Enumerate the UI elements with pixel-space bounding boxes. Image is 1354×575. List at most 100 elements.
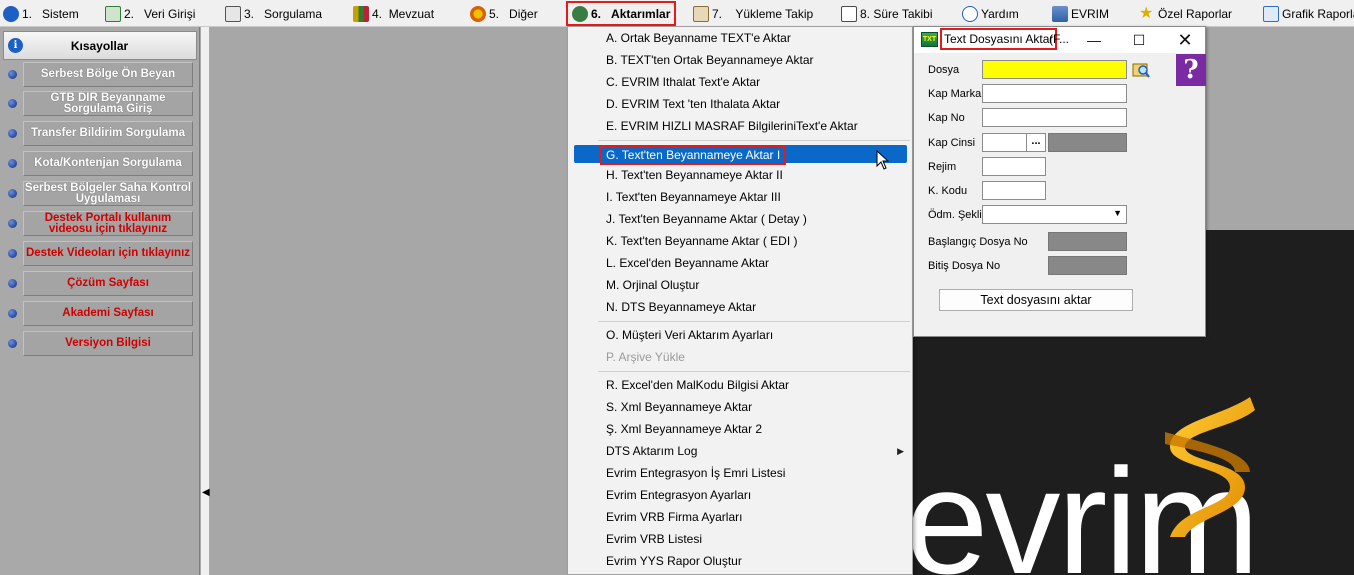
evrim-logo-swirl-icon — [1165, 397, 1255, 537]
shortcut-item[interactable]: Transfer Bildirim Sorgulama — [3, 120, 197, 147]
star-icon: ★ — [1139, 4, 1154, 22]
shortcut-button[interactable]: Destek Videoları için tıklayınız — [23, 241, 193, 266]
bullet-icon — [8, 219, 17, 228]
maximize-icon[interactable]: ☐ — [1128, 29, 1150, 51]
shortcut-item[interactable]: Serbest Bölge Ön Beyan — [3, 61, 197, 88]
dropdown-item[interactable]: M. Orjinal Oluştur — [568, 274, 912, 296]
shortcut-item[interactable]: Kota/Kontenjan Sorgulama — [3, 150, 197, 177]
dosya-label: Dosya — [928, 64, 960, 76]
shortcut-button[interactable]: GTB DIR Beyanname Sorgulama Giriş — [23, 91, 193, 116]
dropdown-item[interactable]: J. Text'ten Beyanname Aktar ( Detay ) — [568, 208, 912, 230]
mouse-pointer-icon — [876, 150, 890, 170]
kap-no-input[interactable] — [982, 108, 1127, 127]
dropdown-item[interactable]: N. DTS Beyannameye Aktar — [568, 296, 912, 318]
menu-ozel-raporlar[interactable]: ★ Özel Raporlar — [1139, 2, 1232, 25]
menu-yukleme-takip[interactable]: 7. Yükleme Takip — [693, 2, 813, 25]
shortcut-button[interactable]: Serbest Bölge Ön Beyan — [23, 62, 193, 87]
dropdown-item[interactable]: O. Müşteri Veri Aktarım Ayarları — [568, 324, 912, 346]
menu-label: Mevzuat — [388, 6, 435, 21]
menu-grafik-raporlar[interactable]: Grafik Raporlar — [1263, 2, 1354, 25]
shortcut-title: Kısayollar — [70, 38, 129, 53]
search-icon — [225, 5, 241, 22]
kap-cinsi-lookup-button[interactable]: ... — [1026, 133, 1046, 152]
shortcut-panel: i Kısayollar Serbest Bölge Ön Beyan GTB … — [0, 27, 200, 575]
menu-label: Yardım — [981, 6, 1019, 21]
calendar-icon — [841, 5, 857, 22]
dropdown-item[interactable]: Evrim Entegrasyon Ayarları — [568, 484, 912, 506]
shortcut-item[interactable]: Çözüm Sayfası — [3, 270, 197, 297]
menu-label: Süre Takibi — [873, 6, 933, 21]
menu-diger[interactable]: 5. Diğer — [470, 2, 538, 25]
dropdown-item[interactable]: S. Xml Beyannameye Aktar — [568, 396, 912, 418]
baslangic-dosya-no-label: Başlangıç Dosya No — [928, 236, 1028, 248]
dropdown-item-selected[interactable]: G. Text'ten Beyannameye Aktar I — [574, 145, 907, 165]
dosya-input[interactable] — [982, 60, 1127, 79]
close-icon[interactable]: ✕ — [1174, 29, 1196, 51]
shortcut-button[interactable]: Serbest Bölgeler Saha Kontrol Uygulaması — [23, 181, 193, 206]
browse-file-icon[interactable] — [1132, 61, 1150, 78]
k-kodu-input[interactable] — [982, 181, 1046, 200]
shortcut-button[interactable]: Akademi Sayfası — [23, 301, 193, 326]
shortcut-button[interactable]: Transfer Bildirim Sorgulama — [23, 121, 193, 146]
text-dosyasini-aktar-button[interactable]: Text dosyasını aktar — [939, 289, 1133, 311]
menu-sure-takibi[interactable]: 8. Süre Takibi — [841, 2, 933, 25]
collapse-arrow-icon[interactable]: ◀ — [202, 487, 210, 498]
shortcut-item[interactable]: Versiyon Bilgisi — [3, 330, 197, 357]
rejim-input[interactable] — [982, 157, 1046, 176]
shortcut-button[interactable]: Çözüm Sayfası — [23, 271, 193, 296]
kap-marka-label: Kap Marka — [928, 88, 982, 100]
dropdown-item[interactable]: C. EVRIM Ithalat Text'e Aktar — [568, 71, 912, 93]
dropdown-item[interactable]: B. TEXT'ten Ortak Beyannameye Aktar — [568, 49, 912, 71]
shortcut-button[interactable]: Destek Portalı kullanım videosu için tık… — [23, 211, 193, 236]
kap-marka-input[interactable] — [982, 84, 1127, 103]
bitis-dosya-no-label: Bitiş Dosya No — [928, 260, 1001, 272]
shortcut-item[interactable]: Destek Portalı kullanım videosu için tık… — [3, 210, 197, 237]
menu-sistem[interactable]: 1. Sistem — [3, 2, 79, 25]
dropdown-item[interactable]: Evrim YYS Rapor Oluştur — [568, 550, 912, 572]
menu-sorgulama[interactable]: 3. Sorgulama — [225, 2, 322, 25]
menu-yardim[interactable]: Yardım — [962, 2, 1019, 25]
dropdown-item-submenu[interactable]: DTS Aktarım Log ▶ — [568, 440, 912, 462]
dropdown-item[interactable]: R. Excel'den MalKodu Bilgisi Aktar — [568, 374, 912, 396]
menu-aktarimlar[interactable]: 6. Aktarımlar — [566, 1, 677, 26]
aktarimlar-dropdown: A. Ortak Beyanname TEXT'e Aktar B. TEXT'… — [567, 26, 913, 575]
window-title-bar[interactable]: TXT Text Dosyasını Aktar (F... — ☐ ✕ — [914, 27, 1205, 53]
dropdown-item[interactable]: L. Excel'den Beyanname Aktar — [568, 252, 912, 274]
menu-separator — [598, 321, 910, 322]
menu-veri-girisi[interactable]: 2. Veri Girişi — [105, 2, 195, 25]
menu-label: Grafik Raporlar — [1282, 6, 1354, 21]
help-icon — [962, 5, 978, 22]
shortcut-button[interactable]: Versiyon Bilgisi — [23, 331, 193, 356]
shortcut-item[interactable]: Destek Videoları için tıklayınız — [3, 240, 197, 267]
dropdown-item[interactable]: H. Text'ten Beyannameye Aktar II — [568, 164, 912, 186]
bullet-icon — [8, 99, 17, 108]
shortcut-button[interactable]: Kota/Kontenjan Sorgulama — [23, 151, 193, 176]
dropdown-item[interactable]: E. EVRIM HIZLI MASRAF BilgileriniText'e … — [568, 115, 912, 137]
bullet-icon — [8, 129, 17, 138]
dropdown-item[interactable]: A. Ortak Beyanname TEXT'e Aktar — [568, 27, 912, 49]
panel-splitter[interactable]: ◀ — [200, 27, 210, 575]
menu-mevzuat[interactable]: 4. Mevzuat — [353, 2, 434, 25]
menu-num: 8. — [860, 6, 871, 21]
shortcut-item[interactable]: Serbest Bölgeler Saha Kontrol Uygulaması — [3, 180, 197, 207]
menu-num: 1. — [22, 6, 33, 21]
app-icon: TXT — [921, 32, 938, 47]
menu-label: Yükleme Takip — [735, 6, 814, 21]
dropdown-item[interactable]: K. Text'ten Beyanname Aktar ( EDI ) — [568, 230, 912, 252]
edit-icon — [105, 5, 121, 22]
dropdown-item[interactable]: Ş. Xml Beyannameye Aktar 2 — [568, 418, 912, 440]
dropdown-item[interactable]: Evrim VRB Listesi — [568, 528, 912, 550]
dropdown-item[interactable]: I. Text'ten Beyannameye Aktar III — [568, 186, 912, 208]
menu-evrim[interactable]: EVRIM — [1052, 2, 1109, 25]
odm-sekli-select[interactable]: ▼ — [982, 205, 1127, 224]
shortcut-item[interactable]: Akademi Sayfası — [3, 300, 197, 327]
shortcut-item[interactable]: GTB DIR Beyanname Sorgulama Giriş — [3, 90, 197, 117]
menu-label: Veri Girişi — [144, 6, 196, 21]
submenu-arrow-icon: ▶ — [897, 446, 904, 456]
minimize-icon[interactable]: — — [1083, 29, 1105, 51]
help-question-icon[interactable]: ? — [1176, 54, 1206, 86]
dropdown-item[interactable]: Evrim VRB Firma Ayarları — [568, 506, 912, 528]
dropdown-item[interactable]: Evrim Entegrasyon İş Emri Listesi — [568, 462, 912, 484]
menu-bar: 1. Sistem 2. Veri Girişi 3. Sorgulama 4.… — [0, 0, 1354, 27]
dropdown-item[interactable]: D. EVRIM Text 'ten Ithalata Aktar — [568, 93, 912, 115]
